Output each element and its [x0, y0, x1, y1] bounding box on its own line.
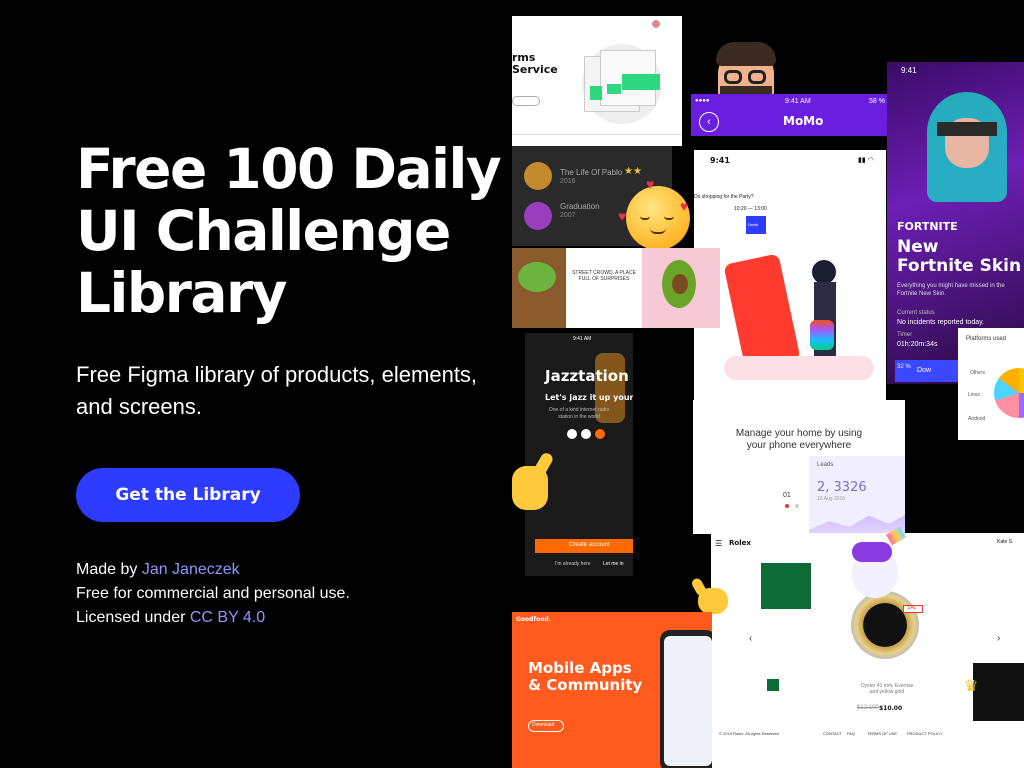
hand-emoji-icon: [512, 451, 556, 512]
home-headline-1: Manage your home by using: [735, 428, 863, 439]
soundcloud-icon[interactable]: [595, 429, 605, 439]
fortnite-timer: 01h:20m:34s: [897, 341, 938, 348]
rolex-brand: Rolex: [729, 539, 751, 547]
orange-download-label: Download: [532, 722, 555, 728]
fortnite-download-label: Dow: [917, 367, 932, 374]
playlist-year-1: 2016: [560, 178, 576, 185]
rolex-desc-2: and yellow gold: [869, 689, 905, 695]
leads-value: 2, 3326: [817, 480, 867, 495]
mobile-apps-card: Goodfood. Mobile Apps & Community Downlo…: [512, 612, 712, 768]
crown-icon: ♛: [964, 678, 979, 695]
app-time: 9:41: [710, 156, 730, 165]
hero: Free 100 Daily UI Challenge Library Free…: [76, 138, 506, 423]
fortnite-logo: FORTNITE: [897, 220, 958, 233]
usage-text: Free for commercial and personal use.: [76, 585, 350, 602]
terms-of-service-card: rms Service: [512, 16, 682, 146]
next-arrow-icon[interactable]: ›: [997, 633, 1000, 644]
app-pill: 10:20 — 13:00: [734, 206, 767, 212]
sale-badge: SAL: [907, 605, 917, 611]
page-indicator: 01: [783, 492, 791, 499]
hero-title-line1: Free 100 Daily: [76, 137, 502, 201]
fortnite-time: 9:41: [901, 66, 917, 75]
leads-date: 10 Aug 2016: [817, 496, 846, 502]
hero-subtitle-line2: and screens.: [76, 394, 202, 419]
play-store-icon[interactable]: [581, 429, 591, 439]
menu-icon[interactable]: ☰: [715, 539, 722, 548]
app-question: Do shopping for the Party?: [694, 194, 754, 200]
jazz-time: 9:41 AM: [573, 336, 592, 342]
hero-subtitle: Free Figma library of products, elements…: [76, 359, 506, 423]
food-heading: STREET CROWD. A PLACE FULL OF SURPRISES: [572, 270, 636, 282]
hero-title: Free 100 Daily UI Challenge Library: [76, 138, 506, 324]
smiling-face-with-hearts-icon: ♥ ♥ ♥: [618, 176, 690, 250]
orange-brand: Goodfood.: [516, 616, 551, 623]
old-price: $12,100: [857, 705, 879, 711]
orange-headline-2: & Community: [528, 676, 643, 694]
hero-title-line3: Library: [76, 261, 287, 325]
fortnite-desc: Everything you might have missed in the …: [897, 283, 1005, 297]
fortnite-headline-1: New: [897, 237, 939, 257]
footer-contact[interactable]: CONTACT: [823, 731, 842, 736]
credits: Made by Jan Janeczek Free for commercial…: [76, 558, 350, 630]
footer-faq[interactable]: FAQ: [847, 731, 855, 736]
home-headline-2: your phone everywhere: [746, 440, 852, 451]
fortnite-status: No incidents reported today.: [897, 319, 985, 326]
smart-home-card: Manage your home by using your phone eve…: [693, 400, 905, 534]
author-link[interactable]: Jan Janeczek: [142, 561, 240, 578]
momo-header-card: ●●●● 9:41 AM 58 % ‹ MoMo: [691, 94, 905, 136]
fortnite-headline-2: Fortnite Skin: [897, 256, 1022, 276]
platforms-card: Platforms used Others Linux Android: [958, 328, 1024, 440]
hero-subtitle-line1: Free Figma library of products, elements…: [76, 362, 478, 387]
playlist-item-2: Graduation: [560, 202, 600, 211]
terms-title-2: Service: [512, 63, 558, 76]
unicorn-icon: [850, 526, 910, 604]
orange-headline-1: Mobile Apps: [528, 659, 632, 677]
momo-time: 9:41 AM: [785, 98, 811, 105]
login-prompt: I'm already here: [555, 561, 591, 567]
app-detail-label: Detail: [748, 222, 759, 227]
jazz-desc: One of a kind internet radio station in …: [548, 407, 610, 420]
get-library-button[interactable]: Get the Library: [76, 468, 300, 522]
footer-terms[interactable]: TERMS OF USE: [867, 731, 897, 736]
jazz-tagline: Let's jazz it up your life: [545, 393, 633, 402]
leads-label: Leads: [817, 462, 834, 468]
hero-title-line2: UI Challenge: [76, 199, 451, 263]
prev-arrow-icon[interactable]: ‹: [749, 633, 752, 644]
food-card: STREET CROWD. A PLACE FULL OF SURPRISES: [512, 248, 720, 328]
made-by-label: Made by: [76, 561, 142, 578]
platform-linux: Linux: [968, 392, 980, 398]
login-link[interactable]: Let me in: [603, 561, 624, 567]
platform-others: Others: [970, 370, 986, 376]
momo-battery: 58 %: [869, 98, 885, 105]
momo-title: MoMo: [783, 114, 824, 128]
price: $10.00: [879, 705, 903, 712]
back-arrow-icon[interactable]: ‹: [699, 112, 719, 132]
platforms-title: Platforms used: [966, 336, 1007, 342]
license-link[interactable]: CC BY 4.0: [190, 609, 265, 626]
license-label: Licensed under: [76, 609, 190, 626]
app-store-icon[interactable]: [567, 429, 577, 439]
fortnite-percent: 32 %: [897, 364, 911, 370]
playlist-item-1: The Life Of Pablo: [560, 168, 623, 177]
create-account-label: Create account: [569, 542, 610, 548]
playlist-year-2: 2007: [560, 212, 576, 219]
user-name: Kate S.: [997, 539, 1014, 545]
platform-android: Android: [968, 416, 986, 422]
rating-stars: ★★: [624, 166, 642, 177]
rolex-copyright: © 2019 Rolex. All rights Reserved: [719, 731, 779, 736]
fortnite-timer-label: Timer: [897, 332, 913, 338]
footer-policy[interactable]: PRODUCT POLICY: [907, 731, 943, 736]
fortnite-status-label: Current status: [897, 310, 935, 316]
app-illustration-card: 9:41 ▮▮ ◠ Do shopping for the Party? 10:…: [694, 150, 886, 402]
jazz-brand: Jazztation: [545, 367, 629, 385]
